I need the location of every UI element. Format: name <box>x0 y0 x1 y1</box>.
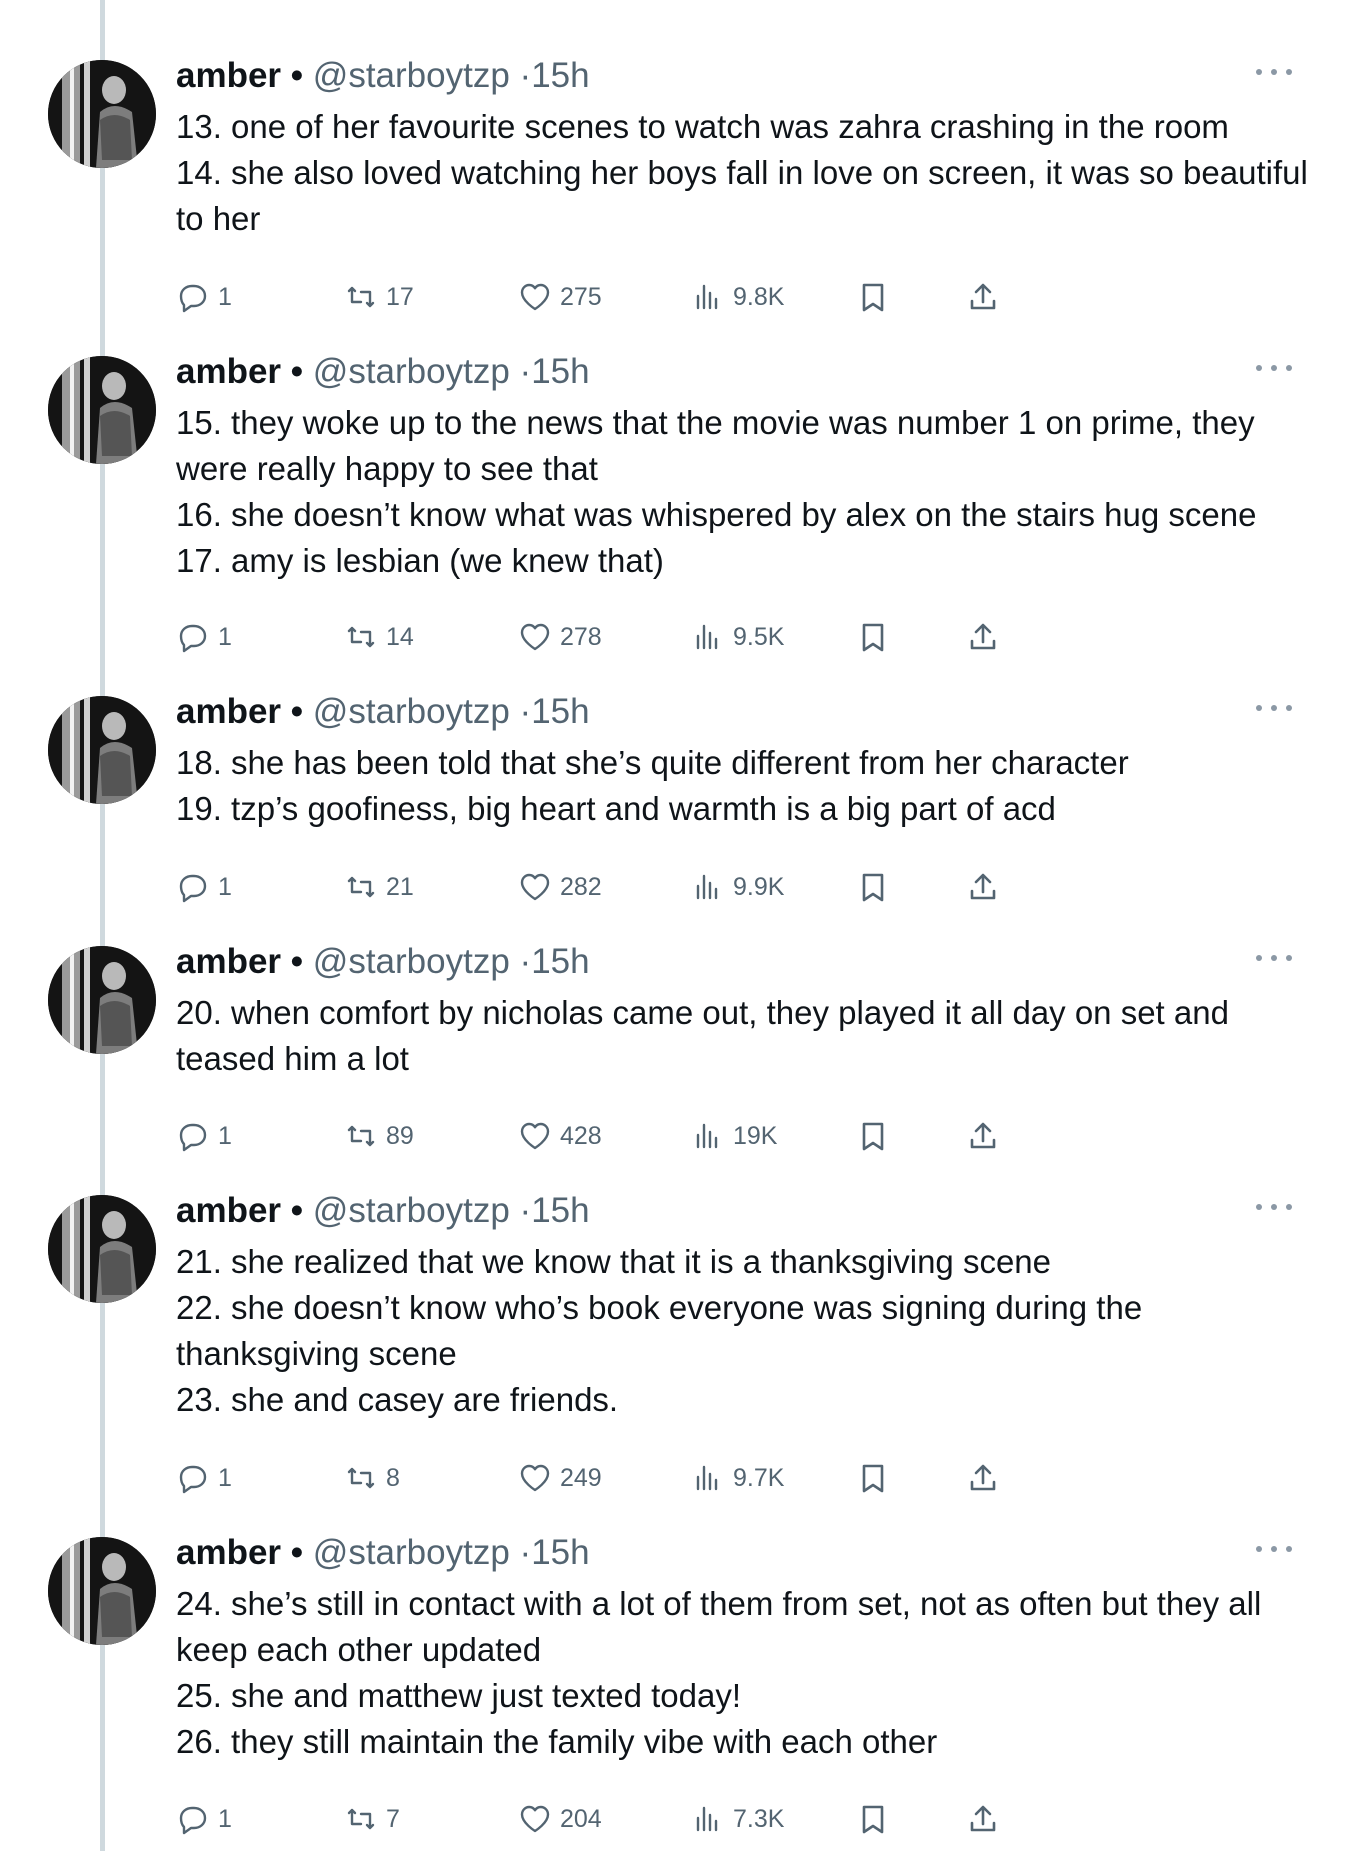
separator-dot: · <box>519 1191 532 1230</box>
separator-dot: · <box>519 56 532 95</box>
tweet-actions: 1 7 204 7.3K <box>176 1799 1176 1839</box>
retweet-icon <box>347 1808 375 1830</box>
tweet-text-line: 21. she realized that we know that it is… <box>176 1243 1051 1280</box>
verified-dot: • <box>290 942 304 981</box>
separator-dot: · <box>519 352 532 391</box>
author-handle[interactable]: @starboytzp <box>313 942 510 981</box>
author-handle[interactable]: @starboytzp <box>313 56 510 95</box>
tweet-text-line: 18. she has been told that she’s quite d… <box>176 744 1129 781</box>
avatar[interactable] <box>48 946 156 1054</box>
tweet-text-line: 16. she doesn’t know what was whispered … <box>176 496 1257 533</box>
tweet-text-line: 19. tzp’s goofiness, big heart and warmt… <box>176 790 1056 827</box>
verified-dot: • <box>290 1191 304 1230</box>
avatar[interactable] <box>48 356 156 464</box>
bookmark-button[interactable] <box>856 1799 898 1839</box>
verified-dot: • <box>290 692 304 731</box>
tweet-text-line: 14. she also loved watching her boys fal… <box>176 154 1308 237</box>
tweet-card[interactable]: amber • @starboytzp ·15h 15. they woke up… <box>0 296 1352 653</box>
avatar[interactable] <box>48 60 156 168</box>
author-name[interactable]: amber <box>176 352 281 391</box>
tweet-header: amber • @starboytzp ·15h <box>176 1529 590 1577</box>
like-button[interactable]: 204 <box>518 1799 602 1839</box>
more-icon[interactable] <box>1256 362 1292 374</box>
more-icon[interactable] <box>1256 1201 1292 1213</box>
share-button[interactable] <box>966 1799 1008 1839</box>
verified-dot: • <box>290 352 304 391</box>
author-name[interactable]: amber <box>176 1533 281 1572</box>
views-button[interactable]: 7.3K <box>691 1799 784 1839</box>
avatar[interactable] <box>48 1537 156 1645</box>
tweet-header: amber • @starboytzp ·15h <box>176 688 590 736</box>
tweet-text: 15. they woke up to the news that the mo… <box>176 400 1312 584</box>
timestamp[interactable]: 15h <box>531 56 589 95</box>
tweet-text-line: 25. she and matthew just texted today! <box>176 1677 742 1714</box>
tweet-text-line: 26. they still maintain the family vibe … <box>176 1723 938 1760</box>
verified-dot: • <box>290 1533 304 1572</box>
avatar[interactable] <box>48 696 156 804</box>
tweet-text: 20. when comfort by nicholas came out, t… <box>176 990 1312 1082</box>
tweet-text-line: 24. she’s still in contact with a lot of… <box>176 1585 1262 1668</box>
author-handle[interactable]: @starboytzp <box>313 1191 510 1230</box>
tweet-text: 13. one of her favourite scenes to watch… <box>176 104 1312 242</box>
timestamp[interactable]: 15h <box>531 352 589 391</box>
retweet-button[interactable]: 7 <box>344 1799 400 1839</box>
timestamp[interactable]: 15h <box>531 1191 589 1230</box>
tweet-text-line: 15. they woke up to the news that the mo… <box>176 404 1255 487</box>
bookmark-icon <box>862 1805 884 1834</box>
separator-dot: · <box>519 942 532 981</box>
author-name[interactable]: amber <box>176 942 281 981</box>
author-name[interactable]: amber <box>176 56 281 95</box>
more-icon[interactable] <box>1256 1543 1292 1555</box>
author-handle[interactable]: @starboytzp <box>313 1533 510 1572</box>
tweet-header: amber • @starboytzp ·15h <box>176 52 590 100</box>
tweet-header: amber • @starboytzp ·15h <box>176 938 590 986</box>
tweet-card[interactable]: amber • @starboytzp ·15h 21. she realized… <box>0 1135 1352 1494</box>
avatar[interactable] <box>48 1195 156 1303</box>
author-name[interactable]: amber <box>176 692 281 731</box>
timestamp[interactable]: 15h <box>531 942 589 981</box>
tweet-text-line: 17. amy is lesbian (we knew that) <box>176 542 664 579</box>
tweet-card[interactable]: amber • @starboytzp ·15h 24. she’s still … <box>0 1477 1352 1835</box>
share-icon <box>970 1805 996 1832</box>
like-count: 204 <box>560 1805 602 1833</box>
views-icon <box>696 1806 718 1832</box>
more-icon[interactable] <box>1256 66 1292 78</box>
separator-dot: · <box>519 692 532 731</box>
author-name[interactable]: amber <box>176 1191 281 1230</box>
retweet-count: 7 <box>386 1805 400 1833</box>
verified-dot: • <box>290 56 304 95</box>
heart-icon <box>520 1805 550 1833</box>
author-handle[interactable]: @starboytzp <box>313 352 510 391</box>
author-handle[interactable]: @starboytzp <box>313 692 510 731</box>
timestamp[interactable]: 15h <box>531 692 589 731</box>
more-icon[interactable] <box>1256 702 1292 714</box>
tweet-text-line: 20. when comfort by nicholas came out, t… <box>176 994 1229 1077</box>
tweet-text-line: 13. one of her favourite scenes to watch… <box>176 108 1229 145</box>
more-icon[interactable] <box>1256 952 1292 964</box>
tweet-text: 18. she has been told that she’s quite d… <box>176 740 1312 832</box>
separator-dot: · <box>519 1533 532 1572</box>
tweet-header: amber • @starboytzp ·15h <box>176 1187 590 1235</box>
reply-icon <box>179 1806 207 1835</box>
tweet-text: 21. she realized that we know that it is… <box>176 1239 1312 1423</box>
tweet-text: 24. she’s still in contact with a lot of… <box>176 1581 1312 1765</box>
reply-button[interactable]: 1 <box>176 1799 232 1839</box>
timestamp[interactable]: 15h <box>531 1533 589 1572</box>
view-count: 7.3K <box>733 1805 785 1833</box>
tweet-text-line: 23. she and casey are friends. <box>176 1381 619 1418</box>
tweet-card[interactable]: amber • @starboytzp ·15h 13. one of her f… <box>0 0 1352 313</box>
tweet-header: amber • @starboytzp ·15h <box>176 348 590 396</box>
replie-count: 1 <box>218 1805 232 1833</box>
tweet-text-line: 22. she doesn’t know who’s book everyone… <box>176 1289 1143 1372</box>
